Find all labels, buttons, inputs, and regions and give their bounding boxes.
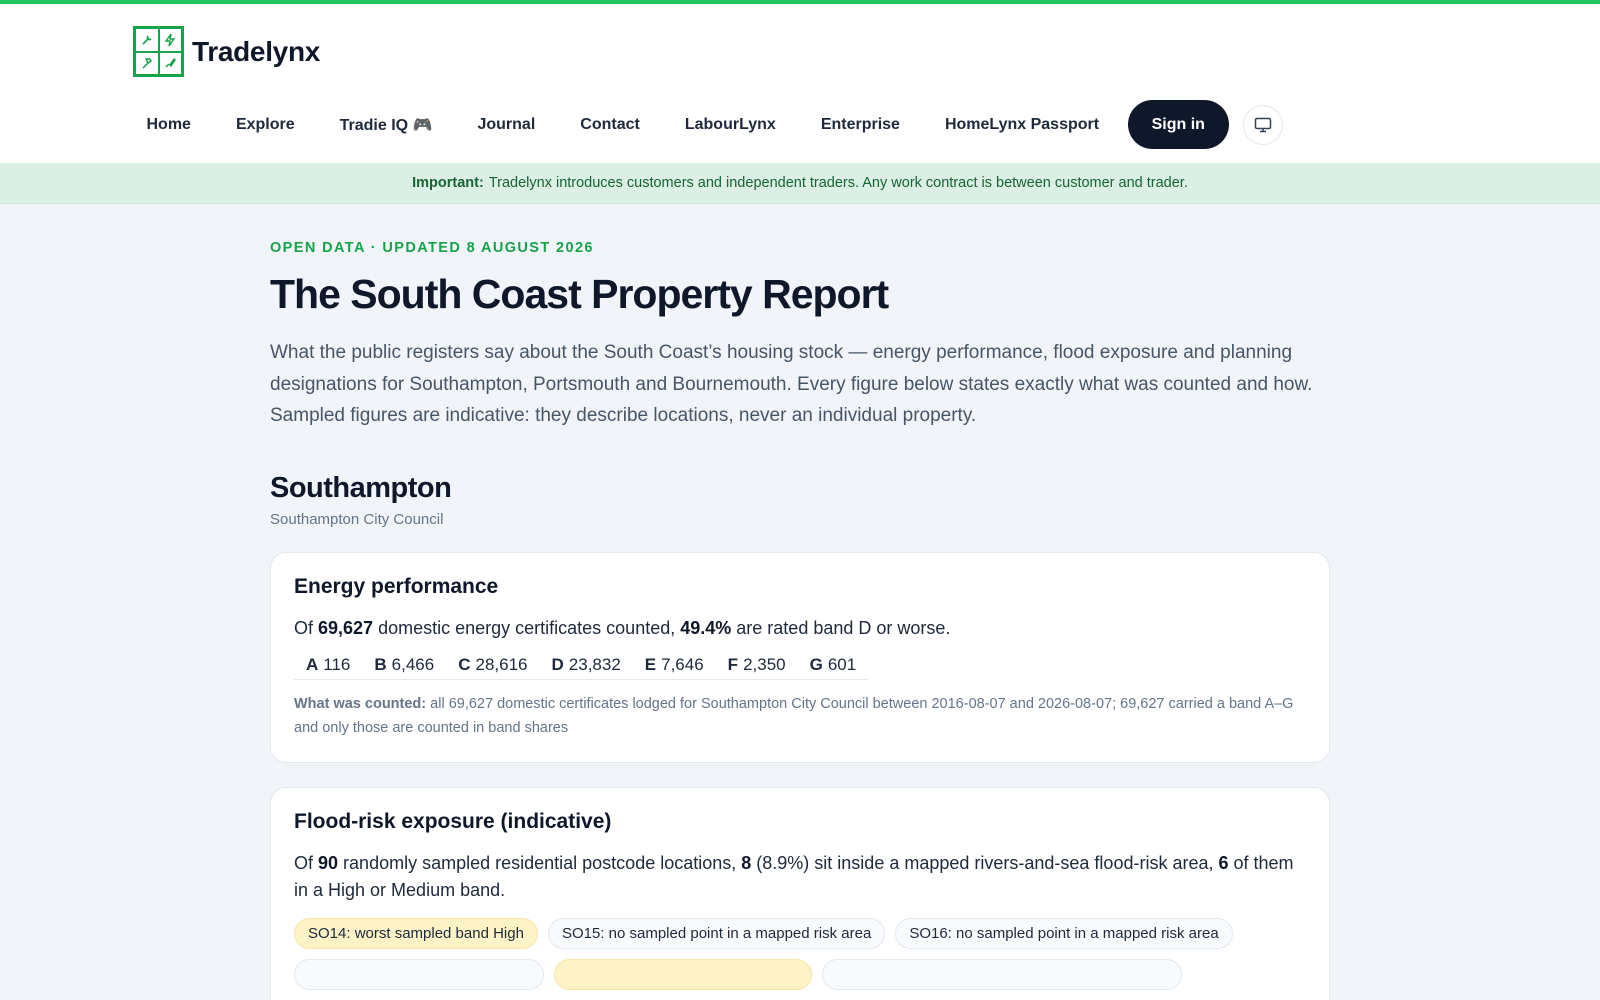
sign-in-button[interactable]: Sign in xyxy=(1127,100,1229,149)
nav-journal[interactable]: Journal xyxy=(455,101,558,149)
logo-tools-icon xyxy=(133,26,184,77)
nav-homelynx-passport[interactable]: HomeLynx Passport xyxy=(922,101,1121,149)
report-eyebrow: OPEN DATA · UPDATED 8 AUGUST 2026 xyxy=(270,240,594,256)
brand-name: Tradelynx xyxy=(192,35,321,67)
band-letter: G xyxy=(809,654,823,674)
postcode-pill xyxy=(294,958,544,990)
band-letter: B xyxy=(374,654,387,674)
flood-summary-part: Of xyxy=(294,852,319,873)
band-letter: C xyxy=(458,654,471,674)
band-b: B 6,466 xyxy=(362,655,446,675)
page-title: The South Coast Property Report xyxy=(270,271,889,317)
report-lede: What the public registers say about the … xyxy=(270,342,1313,427)
nav-explore[interactable]: Explore xyxy=(213,101,317,149)
postcode-pill-so14: SO14: worst sampled band High xyxy=(294,917,538,949)
band-count: 28,616 xyxy=(475,654,528,674)
theme-toggle-button[interactable] xyxy=(1242,104,1283,145)
band-count: 7,646 xyxy=(661,654,704,674)
energy-summary-part: are rated band D or worse. xyxy=(731,617,951,638)
nav-contact[interactable]: Contact xyxy=(558,101,663,149)
energy-summary-part: domestic energy certificates counted, xyxy=(373,617,681,638)
brand-logo[interactable]: Tradelynx xyxy=(133,26,320,77)
nav-enterprise[interactable]: Enterprise xyxy=(798,101,922,149)
nav-tradie-iq[interactable]: Tradie IQ 🎮 xyxy=(317,101,455,149)
band-letter: E xyxy=(644,654,657,674)
flood-inside-count: 8 xyxy=(741,852,752,873)
band-letter: F xyxy=(727,654,739,674)
band-d: D 23,832 xyxy=(540,655,633,675)
band-e: E 7,646 xyxy=(633,655,716,675)
flood-summary-part: randomly sampled residential postcode lo… xyxy=(338,852,742,873)
nav-home[interactable]: Home xyxy=(124,101,213,149)
band-count: 6,466 xyxy=(391,654,435,674)
flood-postcode-pills: SO14: worst sampled band High SO15: no s… xyxy=(294,917,1306,990)
postcode-pill-so16: SO16: no sampled point in a mapped risk … xyxy=(895,917,1233,949)
postcode-pill xyxy=(554,958,812,990)
energy-summary: Of 69,627 domestic energy certificates c… xyxy=(294,615,1306,642)
report-main: OPEN DATA · UPDATED 8 AUGUST 2026 The So… xyxy=(270,240,1330,1000)
notice-text: Tradelynx introduces customers and indep… xyxy=(488,175,1188,191)
band-count: 116 xyxy=(323,654,351,674)
flood-high-medium-count: 6 xyxy=(1218,852,1229,873)
area-heading: Southampton xyxy=(270,471,452,504)
band-f: F 2,350 xyxy=(716,655,798,675)
band-letter: A xyxy=(306,654,319,674)
postcode-pill xyxy=(822,958,1182,990)
flood-risk-card: Flood-risk exposure (indicative) Of 90 r… xyxy=(270,786,1330,1000)
methodology-text: all 69,627 domestic certificates lodged … xyxy=(294,695,1294,736)
energy-performance-card: Energy performance Of 69,627 domestic en… xyxy=(270,551,1330,763)
flood-summary: Of 90 randomly sampled residential postc… xyxy=(294,850,1306,904)
postcode-pill-so15: SO15: no sampled point in a mapped risk … xyxy=(547,917,886,949)
band-count: 23,832 xyxy=(568,654,621,674)
notice-label: Important: xyxy=(412,175,484,191)
site-header: Tradelynx Home Explore Tradie IQ 🎮 Journ… xyxy=(0,4,1600,163)
flood-card-title: Flood-risk exposure (indicative) xyxy=(294,809,612,833)
hammer-icon xyxy=(135,51,159,75)
band-a: A 116 xyxy=(294,655,362,675)
band-letter: D xyxy=(551,654,564,674)
methodology-label: What was counted: xyxy=(294,695,427,712)
energy-methodology-note: What was counted: all 69,627 domestic ce… xyxy=(294,692,1306,740)
band-c: C 28,616 xyxy=(446,655,539,675)
flood-sampled-count: 90 xyxy=(318,852,339,873)
important-notice-banner: Important: Tradelynx introduces customer… xyxy=(0,163,1600,204)
bolt-icon xyxy=(158,28,182,52)
nav-labourlynx[interactable]: LabourLynx xyxy=(662,101,798,149)
main-nav: Home Explore Tradie IQ 🎮 Journal Contact… xyxy=(124,100,1283,149)
band-count: 2,350 xyxy=(743,654,786,674)
energy-band-breakdown: A 116 B 6,466 C 28,616 D 23,832 E 7,646 F 2,35… xyxy=(294,655,869,680)
band-g: G 601 xyxy=(798,655,869,675)
energy-certificate-count: 69,627 xyxy=(318,617,374,638)
flood-summary-part: (8.9%) sit inside a mapped rivers-and-se… xyxy=(751,852,1219,873)
monitor-icon xyxy=(1254,117,1272,132)
band-count: 601 xyxy=(827,654,857,674)
brush-icon xyxy=(158,51,182,75)
area-council: Southampton City Council xyxy=(270,510,444,528)
energy-d-or-worse-pct: 49.4% xyxy=(680,617,732,638)
wrench-icon xyxy=(135,28,159,52)
energy-card-title: Energy performance xyxy=(294,574,499,598)
energy-summary-part: Of xyxy=(294,617,319,638)
